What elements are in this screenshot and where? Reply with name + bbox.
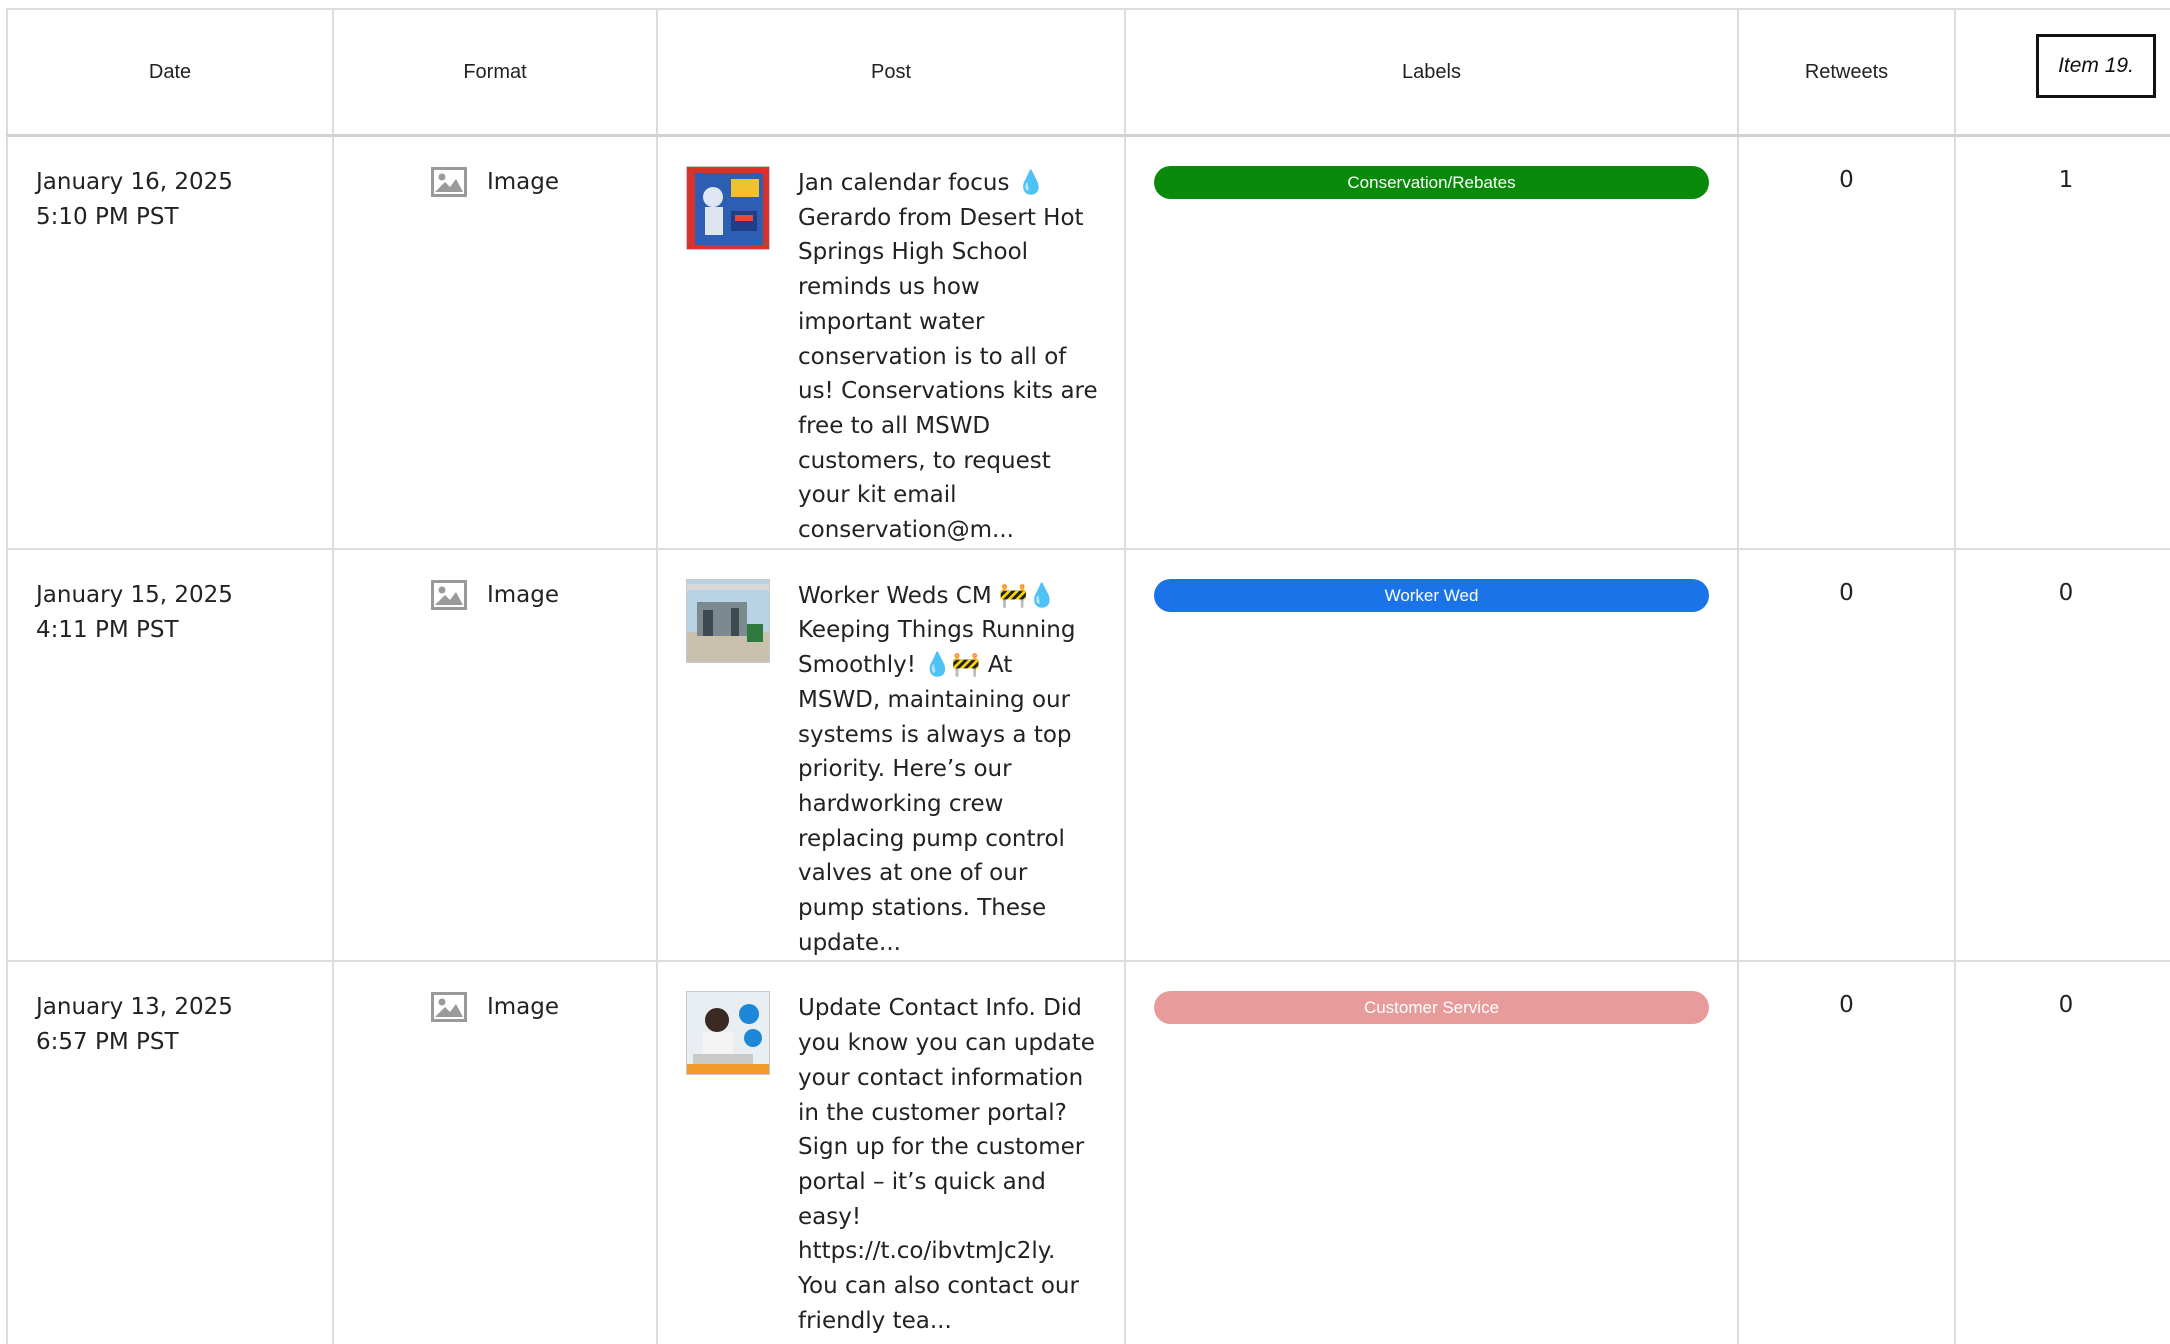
date-cell: January 13, 2025 6:57 PM PST: [6, 960, 334, 1344]
retweets-value: 0: [1839, 992, 1854, 1019]
posts-table: Date Format Post Labels Retweets Item 19…: [6, 8, 2170, 1344]
item-value: 0: [2058, 992, 2074, 1019]
image-icon: [430, 167, 467, 197]
post-text[interactable]: Update Contact Info. Did you know you ca…: [798, 991, 1098, 1338]
retweets-cell: 0: [1737, 960, 1956, 1344]
column-header-item: Item 19.: [1954, 8, 2170, 137]
post-date: January 15, 2025: [36, 581, 233, 608]
column-header-format[interactable]: Format: [332, 8, 658, 137]
column-header-labels[interactable]: Labels: [1124, 8, 1739, 137]
post-cell[interactable]: Update Contact Info. Did you know you ca…: [656, 960, 1126, 1344]
post-text[interactable]: Worker Weds CM 🚧💧 Keeping Things Running…: [798, 579, 1098, 961]
retweets-value: 0: [1839, 167, 1854, 193]
post-cell[interactable]: Worker Weds CM 🚧💧 Keeping Things Running…: [656, 547, 1126, 963]
column-header-retweets[interactable]: Retweets: [1737, 8, 1956, 137]
date-cell: January 15, 2025 4:11 PM PST: [6, 547, 334, 963]
image-icon: [430, 579, 467, 610]
labels-cell: Customer Service: [1124, 960, 1739, 1344]
item-cell: 0: [1954, 547, 2170, 963]
item-value: 1: [2058, 167, 2074, 193]
format-label: Image: [486, 581, 560, 608]
post-time: 6:57 PM PST: [36, 1029, 179, 1056]
table-row[interactable]: January 16, 2025 5:10 PM PST Image Jan c…: [6, 134, 2170, 550]
image-icon: [430, 992, 467, 1023]
post-thumbnail[interactable]: [686, 991, 770, 1076]
format-cell: Image: [332, 547, 658, 963]
item-cell: 1: [1954, 134, 2170, 550]
posts-table-container: Date Format Post Labels Retweets Item 19…: [6, 8, 2170, 1344]
format-cell: Image: [332, 960, 658, 1344]
post-thumbnail[interactable]: [686, 166, 770, 250]
retweets-cell: 0: [1737, 547, 1956, 963]
retweets-cell: 0: [1737, 134, 1956, 550]
table-row[interactable]: January 15, 2025 4:11 PM PST Image Worke…: [6, 547, 2170, 963]
labels-cell: Worker Wed: [1124, 547, 1739, 963]
header-row: Date Format Post Labels Retweets Item 19…: [6, 8, 2170, 137]
retweets-value: 0: [1839, 579, 1854, 606]
date-cell: January 16, 2025 5:10 PM PST: [6, 134, 334, 550]
column-header-post[interactable]: Post: [656, 8, 1126, 137]
post-date: January 16, 2025: [36, 169, 233, 195]
label-tag[interactable]: Customer Service: [1154, 991, 1709, 1025]
item-value: 0: [2058, 579, 2074, 606]
labels-cell: Conservation/Rebates: [1124, 134, 1739, 550]
table-row[interactable]: January 13, 2025 6:57 PM PST Image Updat…: [6, 960, 2170, 1344]
format-label: Image: [486, 169, 560, 195]
item-badge: Item 19.: [2036, 34, 2156, 98]
format-label: Image: [486, 994, 560, 1021]
format-cell: Image: [332, 134, 658, 550]
label-tag[interactable]: Worker Wed: [1154, 578, 1709, 612]
post-time: 4:11 PM PST: [36, 616, 179, 643]
post-time: 5:10 PM PST: [36, 204, 179, 230]
post-thumbnail[interactable]: [686, 578, 770, 663]
label-tag[interactable]: Conservation/Rebates: [1154, 166, 1709, 199]
post-date: January 13, 2025: [36, 994, 233, 1021]
post-cell[interactable]: Jan calendar focus 💧Gerardo from Desert …: [656, 134, 1126, 550]
column-header-date[interactable]: Date: [6, 8, 334, 137]
post-text[interactable]: Jan calendar focus 💧Gerardo from Desert …: [798, 166, 1098, 548]
item-cell: 0: [1954, 960, 2170, 1344]
